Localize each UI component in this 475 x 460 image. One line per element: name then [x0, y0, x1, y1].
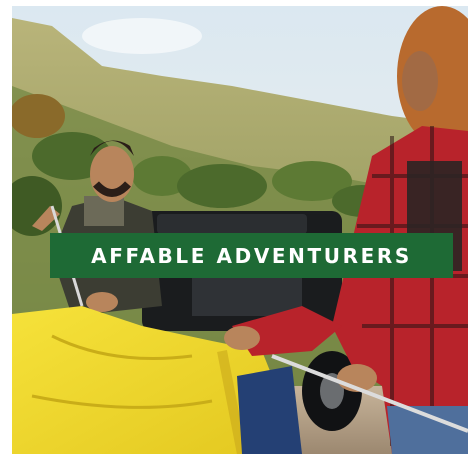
- title-banner: AFFABLE ADVENTURERS: [50, 233, 453, 278]
- photo-illustration: [12, 6, 468, 454]
- banner-title: AFFABLE ADVENTURERS: [91, 243, 412, 268]
- photo-card: AFFABLE ADVENTURERS: [12, 6, 468, 454]
